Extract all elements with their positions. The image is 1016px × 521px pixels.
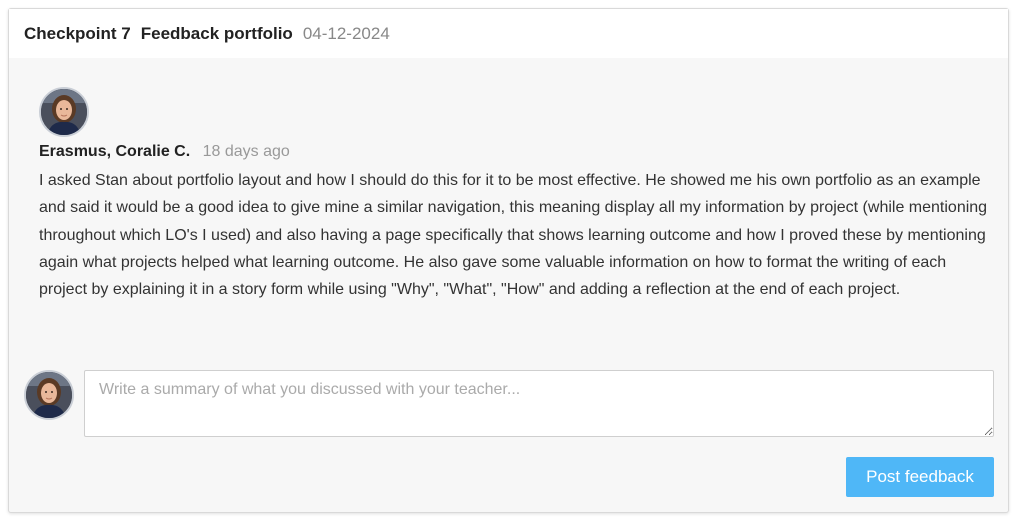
card-header: Checkpoint 7 Feedback portfolio 04-12-20… [9, 9, 1008, 58]
checkpoint-label: Checkpoint 7 [24, 23, 131, 43]
feedback-date: 04-12-2024 [302, 23, 390, 43]
comment-time: 18 days ago [202, 143, 290, 160]
feedback-comment: Erasmus, Coralie C. 18 days ago I asked … [39, 87, 989, 303]
comment-meta: Erasmus, Coralie C. 18 days ago [39, 141, 989, 163]
user-avatar-icon [26, 372, 72, 418]
post-feedback-button[interactable]: Post feedback [846, 457, 994, 497]
comment-body: I asked Stan about portfolio layout and … [39, 172, 988, 299]
comment-author: Erasmus, Coralie C. [39, 143, 191, 160]
feedback-summary-input[interactable] [84, 370, 994, 437]
user-avatar-icon [41, 89, 87, 135]
feedback-title: Feedback portfolio [140, 23, 293, 43]
feedback-card: Checkpoint 7 Feedback portfolio 04-12-20… [8, 8, 1009, 513]
author-avatar [39, 87, 89, 137]
reply-avatar [24, 370, 74, 420]
